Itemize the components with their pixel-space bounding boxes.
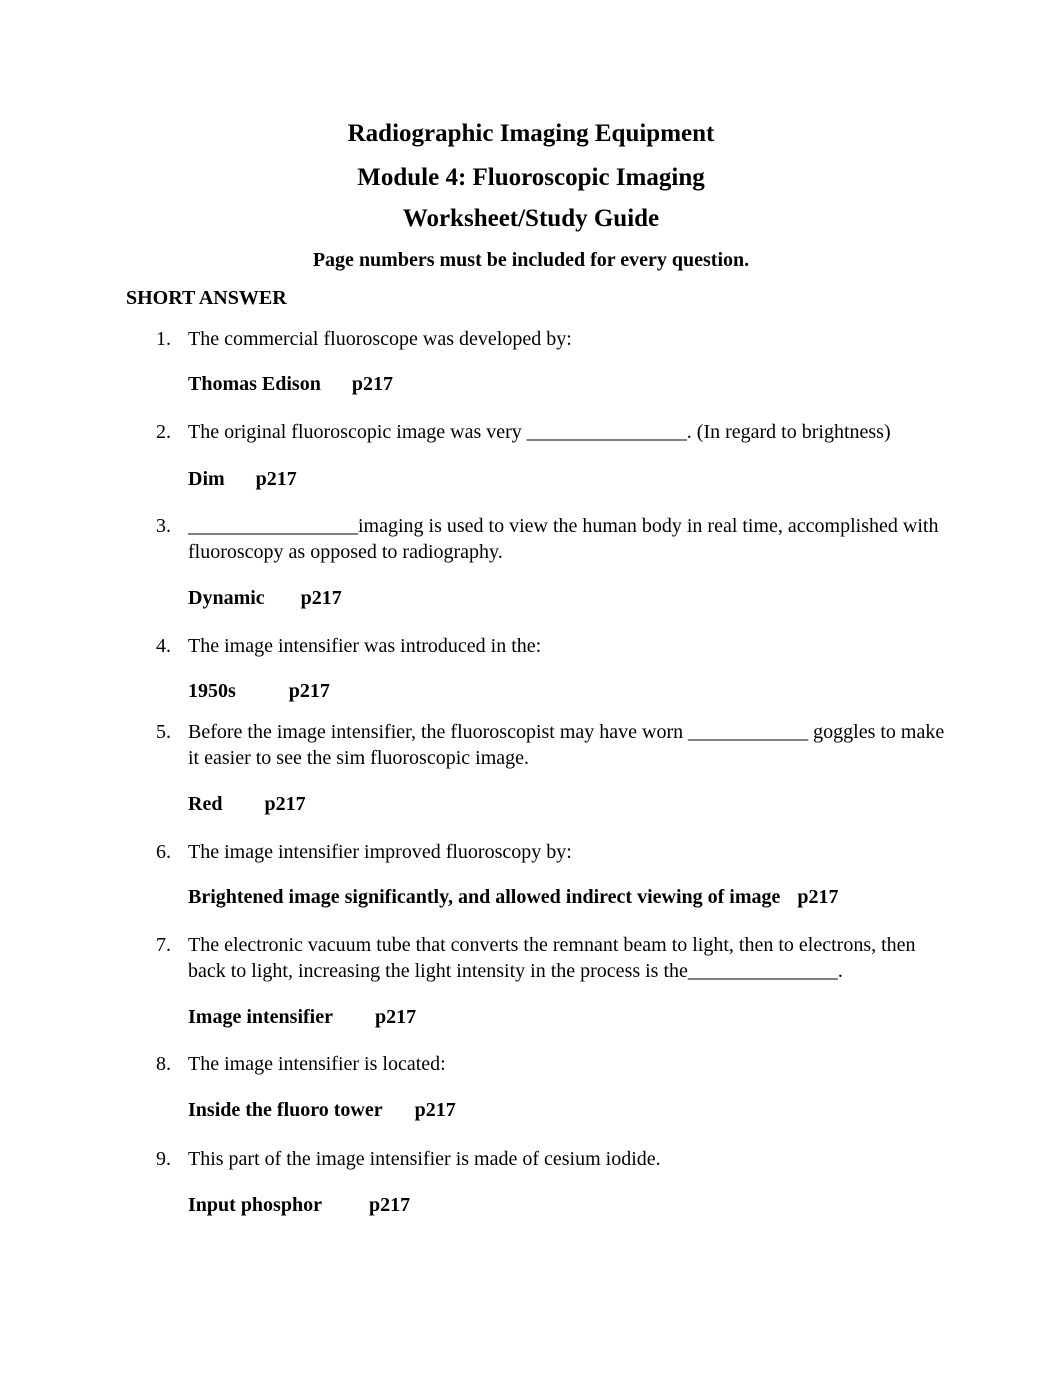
question-number: 7. (156, 934, 171, 956)
answer-line: Inside the fluoro tower p217 (188, 1099, 456, 1122)
course-title: Radiographic Imaging Equipment (347, 120, 715, 147)
page-reference: p217 (288, 680, 330, 702)
page-reference: p217 (368, 1194, 411, 1216)
question-number: 1. (156, 328, 171, 350)
question-text: The commercial fluoroscope was developed… (188, 328, 572, 350)
answer-text: Inside the fluoro tower (188, 1099, 383, 1121)
question-number: 9. (156, 1148, 171, 1170)
document-page: Radiographic Imaging Equipment Module 4:… (0, 0, 1062, 1377)
answer-line: 1950s p217 (188, 680, 330, 703)
question-text: The original fluoroscopic image was very… (188, 421, 891, 443)
question-text: This part of the image intensifier is ma… (188, 1148, 661, 1170)
page-reference: p217 (264, 793, 306, 815)
page-reference: p217 (374, 1006, 417, 1028)
question-number: 6. (156, 841, 171, 863)
answer-line: Input phosphor p217 (188, 1194, 410, 1217)
question-text: The image intensifier was introduced in … (188, 635, 542, 657)
question-text: The image intensifier improved fluorosco… (188, 841, 572, 863)
section-title: SHORT ANSWER (126, 287, 287, 309)
page-reference: p217 (351, 373, 393, 395)
question-number: 3. (156, 515, 171, 537)
module-title: Module 4: Fluoroscopic Imaging (357, 164, 705, 191)
question-number: 8. (156, 1053, 171, 1075)
answer-line: Thomas Edison p217 (188, 373, 393, 396)
answer-text: Red (188, 793, 223, 815)
answer-line: Image intensifier p217 (188, 1006, 416, 1029)
answer-text: Brightened image significantly, and allo… (188, 886, 781, 908)
question-number: 2. (156, 421, 171, 443)
question-number: 5. (156, 721, 171, 743)
answer-line: Dynamic p217 (188, 587, 342, 610)
document-type-title: Worksheet/Study Guide (402, 205, 660, 232)
answer-text: Thomas Edison (188, 373, 321, 395)
answer-text: Dim (188, 468, 225, 490)
answer-line: Red p217 (188, 793, 306, 816)
page-reference: p217 (797, 886, 839, 908)
answer-line: Brightened image significantly, and allo… (188, 886, 839, 909)
answer-text: Dynamic (188, 587, 265, 609)
question-text: The electronic vacuum tube that converts… (188, 934, 916, 982)
answer-line: Dim p217 (188, 468, 297, 491)
page-reference: p217 (300, 587, 342, 609)
question-number: 4. (156, 635, 171, 657)
question-text: The image intensifier is located: (188, 1053, 446, 1075)
question-text: _________________imaging is used to view… (188, 515, 939, 563)
page-reference: p217 (414, 1099, 456, 1121)
question-text: Before the image intensifier, the fluoro… (188, 721, 945, 769)
answer-text: 1950s (188, 680, 236, 702)
answer-text: Image intensifier (188, 1006, 333, 1028)
answer-text: Input phosphor (188, 1194, 322, 1216)
instruction-text: Page numbers must be included for every … (312, 249, 750, 271)
page-reference: p217 (255, 468, 297, 490)
